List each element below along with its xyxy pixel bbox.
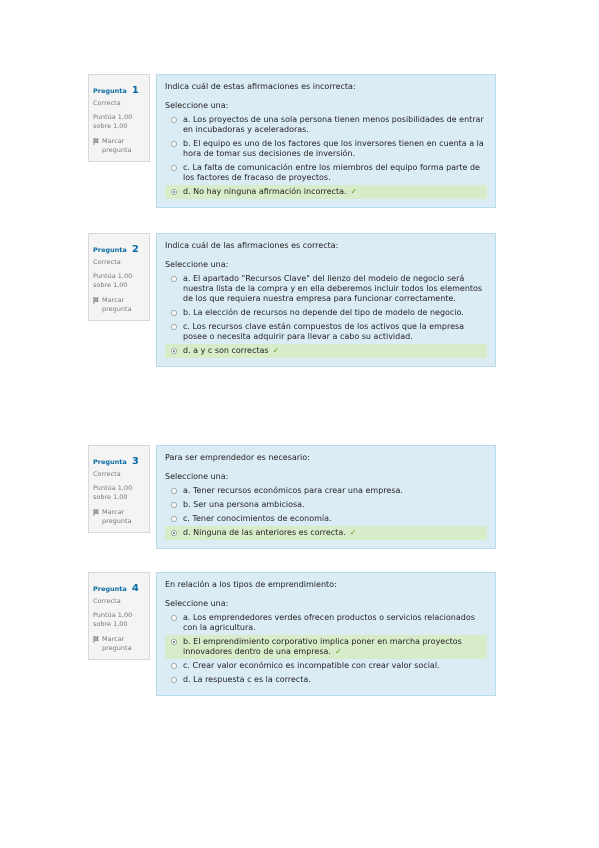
question-info: Pregunta 4 Correcta Puntúa 1,00 sobre 1,… <box>88 572 150 660</box>
flag-icon <box>93 138 99 145</box>
radio-button[interactable] <box>171 488 177 494</box>
question-text: Indica cuál de las afirmaciones es corre… <box>165 241 339 250</box>
radio-button-checked[interactable] <box>171 189 177 195</box>
answer-prompt: Seleccione una: <box>165 260 229 269</box>
answer-option-text: b. Ser una persona ambiciosa. <box>183 500 305 509</box>
answer-prompt: Seleccione una: <box>165 101 229 110</box>
question-text: En relación a los tipos de emprendimient… <box>165 580 337 589</box>
question-content: Indica cuál de estas afirmaciones es inc… <box>156 74 496 208</box>
flag-question-link[interactable]: Marcar pregunta <box>93 137 146 155</box>
question-number: 2 <box>131 244 139 255</box>
question-content: En relación a los tipos de emprendimient… <box>156 572 496 696</box>
question-label: Pregunta <box>93 585 127 593</box>
radio-button[interactable] <box>171 324 177 330</box>
radio-button[interactable] <box>171 615 177 621</box>
question-grade: Puntúa 1,00 sobre 1,00 <box>93 484 133 501</box>
question-info: Pregunta 3 Correcta Puntúa 1,00 sobre 1,… <box>88 445 150 533</box>
correct-check-icon: ✓ <box>334 647 342 656</box>
question-label: Pregunta <box>93 87 127 95</box>
answer-option[interactable]: b. La elección de recursos no depende de… <box>165 306 487 320</box>
radio-button[interactable] <box>171 516 177 522</box>
radio-button[interactable] <box>171 502 177 508</box>
question-content: Para ser emprendedor es necesario: Selec… <box>156 445 496 549</box>
radio-button-checked[interactable] <box>171 348 177 354</box>
radio-button-checked[interactable] <box>171 530 177 536</box>
flag-icon <box>93 509 99 516</box>
question-grade: Puntúa 1,00 sobre 1,00 <box>93 611 133 628</box>
question-label: Pregunta <box>93 458 127 466</box>
answer-option-text: a. Tener recursos económicos para crear … <box>183 486 403 495</box>
question-state: Correcta <box>93 597 121 605</box>
question-info: Pregunta 2 Correcta Puntúa 1,00 sobre 1,… <box>88 233 150 321</box>
question-label: Pregunta <box>93 246 127 254</box>
correct-check-icon: ✓ <box>350 187 358 196</box>
radio-button[interactable] <box>171 276 177 282</box>
answer-option[interactable]: c. Crear valor económico es incompatible… <box>165 659 487 673</box>
question-text: Para ser emprendedor es necesario: <box>165 453 310 462</box>
radio-button-checked[interactable] <box>171 639 177 645</box>
answer-option[interactable]: a. El apartado "Recursos Clave" del lien… <box>165 272 487 306</box>
answer-option-text: d. La respuesta c es la correcta. <box>183 675 311 684</box>
answer-option[interactable]: a. Los emprendedores verdes ofrecen prod… <box>165 611 487 635</box>
answer-option[interactable]: a. Los proyectos de una sola persona tie… <box>165 113 487 137</box>
question-info: Pregunta 1 Correcta Puntúa 1,00 sobre 1,… <box>88 74 150 162</box>
radio-button[interactable] <box>171 677 177 683</box>
answer-option-text: d. a y c son correctas <box>183 346 269 355</box>
answer-option[interactable]: a. Tener recursos económicos para crear … <box>165 484 487 498</box>
answer-option[interactable]: b. El equipo es uno de los factores que … <box>165 137 487 161</box>
radio-button[interactable] <box>171 165 177 171</box>
radio-button[interactable] <box>171 141 177 147</box>
answer-option-correct[interactable]: d. Ninguna de las anteriores es correcta… <box>165 526 487 540</box>
flag-question-link[interactable]: Marcar pregunta <box>93 508 146 526</box>
flag-icon <box>93 297 99 304</box>
radio-button[interactable] <box>171 117 177 123</box>
flag-question-link[interactable]: Marcar pregunta <box>93 296 146 314</box>
answer-option-text: d. No hay ninguna afirmación incorrecta. <box>183 187 347 196</box>
answer-option-text: c. La falta de comunicación entre los mi… <box>183 163 480 182</box>
answer-option-correct[interactable]: d. No hay ninguna afirmación incorrecta.… <box>165 185 487 199</box>
question-number: 1 <box>131 85 139 96</box>
answer-option[interactable]: c. Los recursos clave están compuestos d… <box>165 320 487 344</box>
answer-option[interactable]: b. Ser una persona ambiciosa. <box>165 498 487 512</box>
answer-prompt: Seleccione una: <box>165 599 229 608</box>
question-grade: Puntúa 1,00 sobre 1,00 <box>93 113 133 130</box>
question-content: Indica cuál de las afirmaciones es corre… <box>156 233 496 367</box>
answer-option-text: c. Los recursos clave están compuestos d… <box>183 322 465 341</box>
flag-label: Marcar pregunta <box>102 296 132 313</box>
answer-option[interactable]: c. Tener conocimientos de economía. <box>165 512 487 526</box>
answer-option[interactable]: d. La respuesta c es la correcta. <box>165 673 487 687</box>
answer-option-text: a. Los proyectos de una sola persona tie… <box>183 115 484 134</box>
answer-option[interactable]: c. La falta de comunicación entre los mi… <box>165 161 487 185</box>
question-state: Correcta <box>93 258 121 266</box>
question-text: Indica cuál de estas afirmaciones es inc… <box>165 82 356 91</box>
answer-option-text: b. El emprendimiento corporativo implica… <box>183 637 462 656</box>
radio-button[interactable] <box>171 310 177 316</box>
answer-option-text: d. Ninguna de las anteriores es correcta… <box>183 528 346 537</box>
question-grade: Puntúa 1,00 sobre 1,00 <box>93 272 133 289</box>
answer-option-text: c. Crear valor económico es incompatible… <box>183 661 440 670</box>
flag-question-link[interactable]: Marcar pregunta <box>93 635 146 653</box>
answer-option-text: a. El apartado "Recursos Clave" del lien… <box>183 274 483 303</box>
answer-option-text: c. Tener conocimientos de economía. <box>183 514 332 523</box>
flag-label: Marcar pregunta <box>102 137 132 154</box>
correct-check-icon: ✓ <box>272 346 280 355</box>
answer-option-text: a. Los emprendedores verdes ofrecen prod… <box>183 613 475 632</box>
question-state: Correcta <box>93 470 121 478</box>
answer-option-text: b. El equipo es uno de los factores que … <box>183 139 484 158</box>
answer-option-correct[interactable]: b. El emprendimiento corporativo implica… <box>165 635 487 659</box>
flag-label: Marcar pregunta <box>102 635 132 652</box>
radio-button[interactable] <box>171 663 177 669</box>
flag-icon <box>93 636 99 643</box>
answer-prompt: Seleccione una: <box>165 472 229 481</box>
answer-option-correct[interactable]: d. a y c son correctas ✓ <box>165 344 487 358</box>
question-number: 4 <box>131 583 139 594</box>
question-state: Correcta <box>93 99 121 107</box>
question-number: 3 <box>131 456 139 467</box>
flag-label: Marcar pregunta <box>102 508 132 525</box>
answer-option-text: b. La elección de recursos no depende de… <box>183 308 464 317</box>
correct-check-icon: ✓ <box>349 528 357 537</box>
